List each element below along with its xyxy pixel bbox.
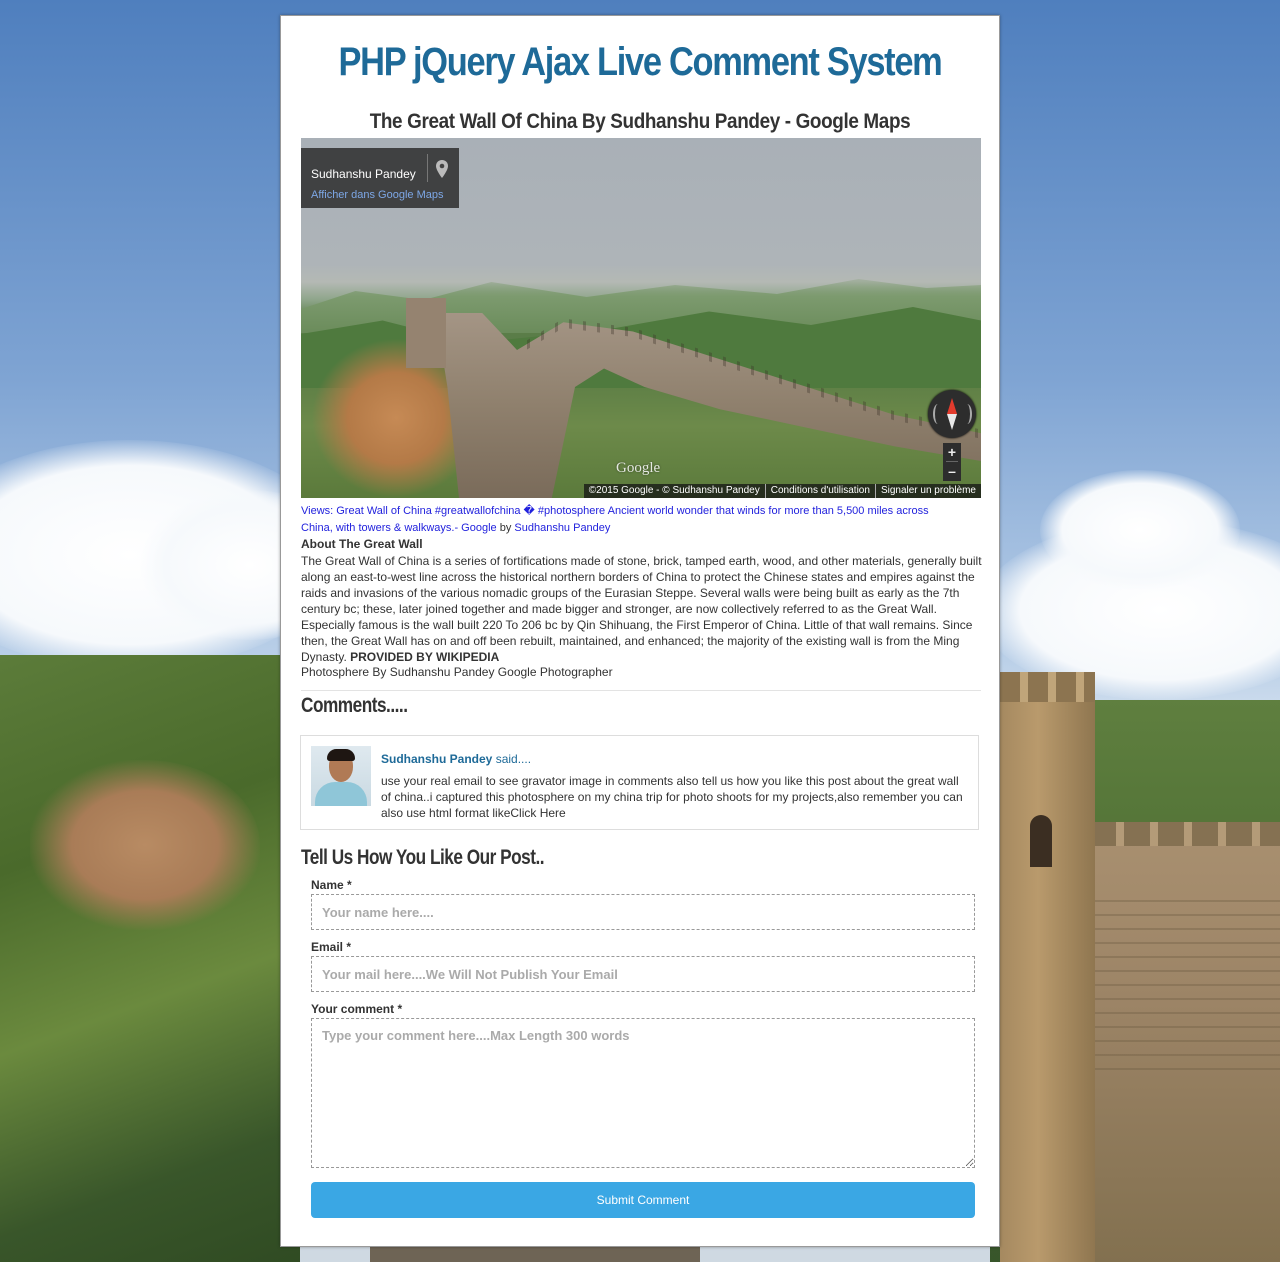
comment-said: said.... bbox=[495, 752, 532, 766]
map-pin-icon[interactable] bbox=[435, 160, 449, 178]
divider bbox=[301, 690, 981, 691]
view-in-google-maps-link[interactable]: Afficher dans Google Maps bbox=[311, 189, 443, 201]
form-heading: Tell Us How You Like Our Post.. bbox=[301, 846, 545, 869]
caption-author-link[interactable]: Sudhanshu Pandey bbox=[514, 522, 610, 534]
email-input[interactable] bbox=[311, 956, 975, 992]
comment-text: use your real email to see gravator imag… bbox=[381, 774, 963, 820]
map-report-link[interactable]: Signaler un problème bbox=[874, 484, 981, 498]
about-text: The Great Wall of China is a series of f… bbox=[301, 554, 982, 664]
site-title: PHP jQuery Ajax Live Comment System bbox=[338, 40, 943, 84]
google-logo: Google bbox=[616, 460, 661, 476]
caption-by: by bbox=[499, 522, 512, 534]
map-infobox: Sudhanshu Pandey Afficher dans Google Ma… bbox=[301, 148, 459, 208]
submit-comment-button[interactable]: Submit Comment bbox=[311, 1182, 975, 1218]
about-body: The Great Wall of China is a series of f… bbox=[301, 553, 983, 665]
comments-heading: Comments..... bbox=[301, 694, 408, 717]
name-input[interactable] bbox=[311, 894, 975, 930]
compass-icon[interactable] bbox=[928, 390, 976, 438]
comment-label: Your comment * bbox=[311, 1002, 403, 1016]
street-view-map[interactable]: Sudhanshu Pandey Afficher dans Google Ma… bbox=[301, 138, 981, 498]
avatar bbox=[311, 746, 371, 806]
about-credit: Photosphere By Sudhanshu Pandey Google P… bbox=[301, 665, 613, 679]
comment-textarea[interactable] bbox=[311, 1018, 975, 1168]
name-label: Name * bbox=[311, 878, 352, 892]
comment-author-line: Sudhanshu Pandey said.... bbox=[381, 752, 531, 766]
map-copyright: ©2015 Google - © Sudhanshu Pandey bbox=[588, 485, 760, 496]
main-card: PHP jQuery Ajax Live Comment System The … bbox=[280, 15, 1000, 1247]
map-caption-link[interactable]: Views: Great Wall of China #greatwallofc… bbox=[301, 505, 929, 534]
map-caption: Views: Great Wall of China #greatwallofc… bbox=[301, 503, 961, 537]
email-label: Email * bbox=[311, 940, 352, 954]
map-terms-link[interactable]: Conditions d'utilisation bbox=[764, 484, 875, 498]
map-infobox-name: Sudhanshu Pandey bbox=[311, 167, 416, 181]
comment-item: Sudhanshu Pandey said.... use your real … bbox=[300, 735, 979, 830]
post-title: The Great Wall Of China By Sudhanshu Pan… bbox=[369, 110, 911, 133]
zoom-in-button[interactable]: + bbox=[943, 443, 961, 461]
about-title: About The Great Wall bbox=[301, 537, 423, 551]
comment-author[interactable]: Sudhanshu Pandey bbox=[381, 752, 492, 766]
map-footer: ©2015 Google - © Sudhanshu Pandey Conditi… bbox=[583, 484, 981, 498]
zoom-control: + – bbox=[943, 443, 961, 481]
about-source: PROVIDED BY WIKIPEDIA bbox=[350, 650, 500, 664]
zoom-out-button[interactable]: – bbox=[943, 462, 961, 480]
